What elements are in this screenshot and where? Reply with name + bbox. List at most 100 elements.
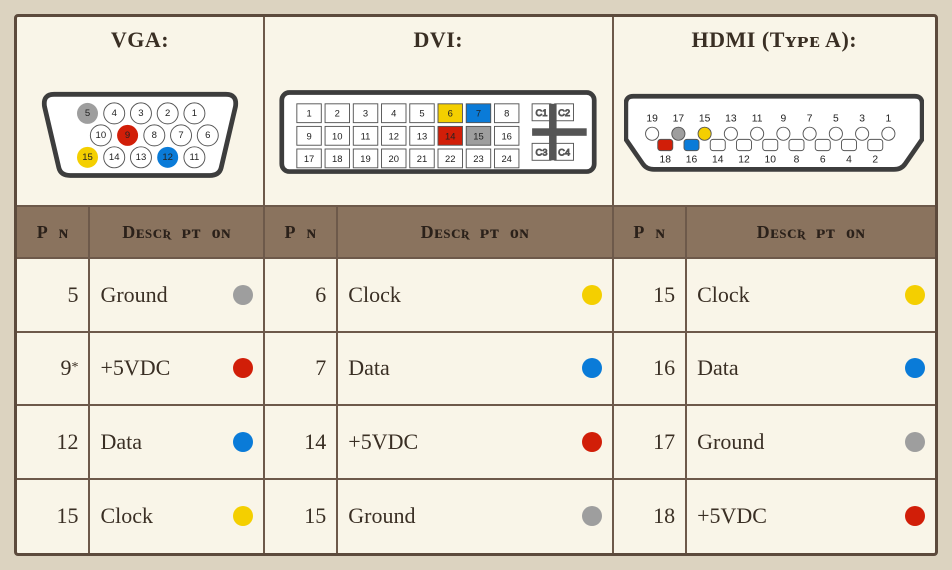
pin-cell: 15 <box>614 259 687 333</box>
svg-text:11: 11 <box>361 130 371 141</box>
svg-text:3: 3 <box>138 107 143 118</box>
pin-cell: 14 <box>265 406 338 480</box>
desc-cell: Clock <box>90 480 264 554</box>
vga-section: VGA: 5 4 3 2 1 <box>17 17 265 207</box>
svg-text:5: 5 <box>85 107 90 118</box>
svg-text:14: 14 <box>712 155 724 166</box>
header-desc-hdmi: Dᴇsᴄʀɪᴘᴛɪᴏɴ <box>687 207 935 259</box>
svg-text:13: 13 <box>417 130 427 141</box>
table-header-row: Pɪɴ Dᴇsᴄʀɪᴘᴛɪᴏɴ Pɪɴ Dᴇsᴄʀɪᴘᴛɪᴏɴ Pɪɴ Dᴇsᴄ… <box>17 207 935 259</box>
desc-cell: Clock <box>338 259 613 333</box>
desc-cell: +5VDC <box>90 333 264 407</box>
vga-connector-icon: 5 4 3 2 1 10 9 8 7 6 <box>35 80 245 185</box>
header-pin-hdmi: Pɪɴ <box>614 207 687 259</box>
header-desc-dvi: Dᴇsᴄʀɪᴘᴛɪᴏɴ <box>338 207 613 259</box>
svg-text:23: 23 <box>473 153 483 164</box>
pin-cell: 9* <box>17 333 90 407</box>
svg-text:5: 5 <box>420 108 425 119</box>
color-dot-icon <box>582 358 602 378</box>
color-dot-icon <box>905 506 925 526</box>
svg-text:24: 24 <box>502 153 512 164</box>
svg-text:1: 1 <box>192 107 197 118</box>
svg-text:17: 17 <box>304 153 314 164</box>
svg-text:9: 9 <box>125 129 130 140</box>
table-row: 15 Clock 15 Ground 18 +5VDC <box>17 480 935 554</box>
hdmi-title: HDMI (Tʏᴘᴇ A): <box>692 17 858 59</box>
pin-cell: 7 <box>265 333 338 407</box>
svg-text:6: 6 <box>448 108 453 119</box>
pin-cell: 18 <box>614 480 687 554</box>
header-pin-dvi: Pɪɴ <box>265 207 338 259</box>
connector-row: VGA: 5 4 3 2 1 <box>17 17 935 207</box>
svg-text:2: 2 <box>335 108 340 119</box>
svg-text:C3: C3 <box>536 146 548 157</box>
desc-text: Data <box>100 429 142 455</box>
svg-text:6: 6 <box>820 155 826 166</box>
desc-text: Clock <box>348 282 401 308</box>
desc-text: Data <box>697 355 739 381</box>
svg-text:10: 10 <box>765 155 777 166</box>
color-dot-icon <box>233 432 253 452</box>
svg-text:9: 9 <box>781 113 787 124</box>
svg-text:1: 1 <box>886 113 892 124</box>
svg-text:18: 18 <box>660 155 672 166</box>
svg-text:22: 22 <box>445 153 455 164</box>
hdmi-section: HDMI (Tʏᴘᴇ A): 1917151311975311816141210… <box>614 17 935 207</box>
color-dot-icon <box>905 358 925 378</box>
desc-text: +5VDC <box>697 503 767 529</box>
vga-diagram: 5 4 3 2 1 10 9 8 7 6 <box>17 59 263 205</box>
hdmi-connector-icon: 19171513119753118161412108642 <box>624 85 924 179</box>
svg-text:2: 2 <box>165 107 170 118</box>
svg-text:20: 20 <box>389 153 399 164</box>
svg-text:13: 13 <box>136 151 147 162</box>
color-dot-icon <box>582 285 602 305</box>
dvi-title: DVI: <box>413 17 463 59</box>
svg-text:16: 16 <box>502 130 512 141</box>
svg-text:13: 13 <box>725 113 737 124</box>
desc-cell: +5VDC <box>338 406 613 480</box>
desc-text: Clock <box>100 503 153 529</box>
pin-cell: 6 <box>265 259 338 333</box>
dvi-diagram: 123456789101112131415161718192021222324 … <box>265 59 612 205</box>
table-body: 5 Ground 6 Clock 15 Clock 9* +5VDC <box>17 259 935 553</box>
svg-text:14: 14 <box>109 151 120 162</box>
pin-cell: 17 <box>614 406 687 480</box>
svg-text:10: 10 <box>95 129 106 140</box>
desc-text: Data <box>348 355 390 381</box>
desc-text: +5VDC <box>348 429 418 455</box>
svg-text:15: 15 <box>699 113 711 124</box>
desc-text: Ground <box>348 503 415 529</box>
svg-text:C1: C1 <box>536 107 548 118</box>
svg-text:18: 18 <box>332 153 342 164</box>
svg-text:4: 4 <box>111 107 117 118</box>
svg-text:12: 12 <box>389 130 399 141</box>
svg-text:3: 3 <box>860 113 866 124</box>
svg-text:15: 15 <box>473 130 483 141</box>
svg-text:1: 1 <box>307 108 312 119</box>
dvi-section: DVI: 12345678910111213141516171819202122… <box>265 17 614 207</box>
svg-text:7: 7 <box>476 108 481 119</box>
color-dot-icon <box>905 432 925 452</box>
desc-text: Ground <box>100 282 167 308</box>
desc-cell: Data <box>687 333 935 407</box>
desc-cell: Ground <box>687 406 935 480</box>
svg-text:8: 8 <box>504 108 509 119</box>
color-dot-icon <box>582 506 602 526</box>
vga-title: VGA: <box>111 17 169 59</box>
svg-text:8: 8 <box>152 129 157 140</box>
svg-text:7: 7 <box>178 129 183 140</box>
svg-text:7: 7 <box>807 113 813 124</box>
svg-text:3: 3 <box>363 108 368 119</box>
page: VGA: 5 4 3 2 1 <box>0 0 952 570</box>
table-row: 5 Ground 6 Clock 15 Clock <box>17 259 935 333</box>
svg-text:4: 4 <box>391 108 396 119</box>
table-row: 9* +5VDC 7 Data 16 Data <box>17 333 935 407</box>
color-dot-icon <box>905 285 925 305</box>
svg-text:12: 12 <box>162 151 173 162</box>
svg-text:8: 8 <box>794 155 800 166</box>
svg-text:5: 5 <box>833 113 839 124</box>
svg-text:C4: C4 <box>558 146 570 157</box>
svg-text:6: 6 <box>205 129 210 140</box>
svg-text:14: 14 <box>445 130 455 141</box>
svg-text:19: 19 <box>361 153 371 164</box>
